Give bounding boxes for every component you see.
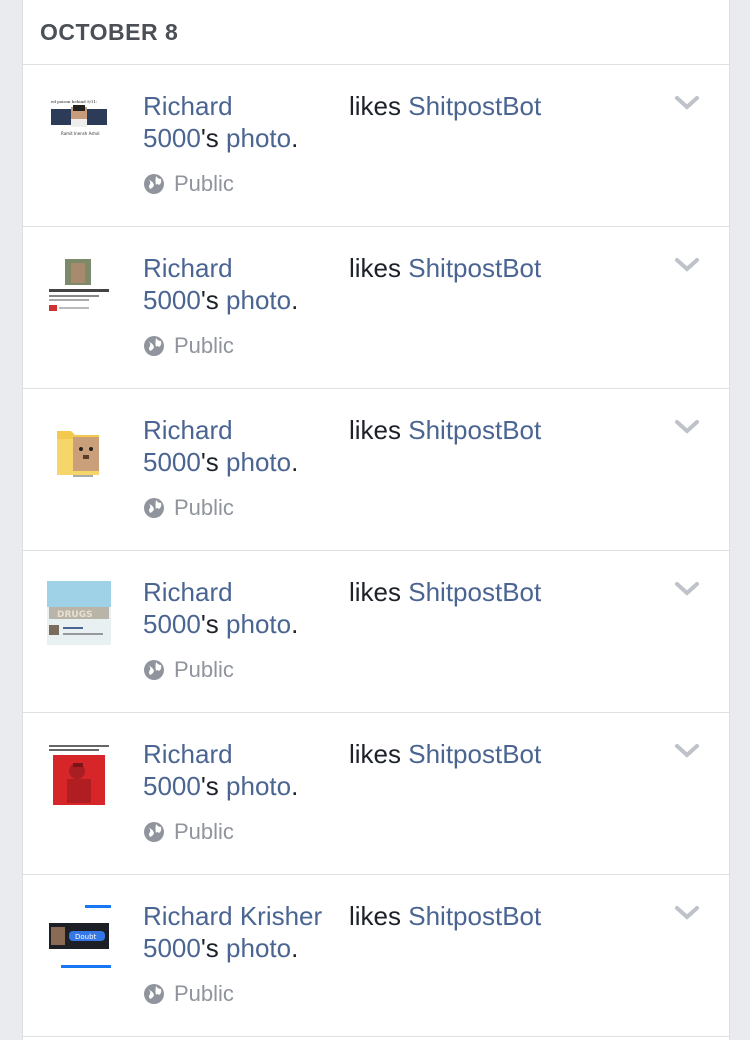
activity-text-cont: 5000's photo. bbox=[143, 771, 298, 802]
activity-verb: likes bbox=[349, 739, 402, 769]
chevron-down-icon[interactable] bbox=[675, 257, 699, 273]
activity-text: Richard likes ShitpostBot bbox=[143, 739, 541, 770]
globe-icon bbox=[144, 984, 164, 1004]
activity-text-cont: 5000's photo. bbox=[143, 447, 298, 478]
privacy-label: Public bbox=[174, 171, 234, 196]
page-link-cont[interactable]: 5000 bbox=[143, 609, 201, 639]
photo-link[interactable]: photo bbox=[226, 771, 291, 801]
possessive: 's bbox=[200, 933, 219, 963]
chevron-down-icon[interactable] bbox=[675, 581, 699, 597]
page-link[interactable]: ShitpostBot bbox=[408, 739, 541, 769]
page-link[interactable]: ShitpostBot bbox=[408, 901, 541, 931]
globe-icon bbox=[144, 498, 164, 518]
globe-icon bbox=[144, 822, 164, 842]
post-thumbnail[interactable] bbox=[47, 257, 111, 321]
privacy-label: Public bbox=[174, 981, 234, 1006]
page-link[interactable]: ShitpostBot bbox=[408, 415, 541, 445]
possessive: 's bbox=[200, 609, 219, 639]
activity-verb: likes bbox=[349, 415, 402, 445]
thumb-caption: Ramit Inensh Ashol bbox=[61, 131, 100, 136]
page-link[interactable]: ShitpostBot bbox=[408, 91, 541, 121]
thumb-badge-text: Doubt bbox=[75, 933, 97, 941]
thumb-sign-text: DRUGS bbox=[57, 610, 93, 620]
actor-link[interactable]: Richard bbox=[143, 577, 349, 608]
photo-link[interactable]: photo bbox=[226, 609, 291, 639]
privacy-meta: Public bbox=[143, 657, 234, 683]
privacy-label: Public bbox=[174, 495, 234, 520]
post-thumbnail[interactable]: Doubt bbox=[47, 905, 111, 969]
activity-item[interactable]: Richard likes ShitpostBot 5000's photo. P… bbox=[23, 389, 729, 551]
privacy-meta: Public bbox=[143, 333, 234, 359]
page-link-cont[interactable]: 5000 bbox=[143, 447, 201, 477]
possessive: 's bbox=[200, 771, 219, 801]
activity-card: OCTOBER 8 ed poison behind 9/11: Ramit I… bbox=[22, 0, 730, 1040]
privacy-label: Public bbox=[174, 657, 234, 682]
chevron-down-icon[interactable] bbox=[675, 95, 699, 111]
activity-text-cont: 5000's photo. bbox=[143, 123, 298, 154]
actor-link[interactable]: Richard bbox=[143, 739, 349, 770]
page-link-cont[interactable]: 5000 bbox=[143, 123, 201, 153]
photo-link[interactable]: photo bbox=[226, 123, 291, 153]
globe-icon bbox=[144, 174, 164, 194]
activity-item[interactable]: DRUGS Richard likes ShitpostBot 5000's ph… bbox=[23, 551, 729, 713]
privacy-meta: Public bbox=[143, 819, 234, 845]
activity-text: Richard likes ShitpostBot bbox=[143, 577, 541, 608]
period: . bbox=[291, 447, 299, 477]
privacy-meta: Public bbox=[143, 981, 234, 1007]
activity-text: Richard likes ShitpostBot bbox=[143, 253, 541, 284]
period: . bbox=[291, 123, 299, 153]
activity-text: Richard likes ShitpostBot bbox=[143, 91, 541, 122]
section-date-header: OCTOBER 8 bbox=[23, 0, 729, 65]
thumb-caption: ed poison behind 9/11: bbox=[51, 99, 97, 104]
post-thumbnail[interactable]: ed poison behind 9/11: Ramit Inensh Asho… bbox=[47, 95, 111, 159]
activity-item[interactable]: Richard likes ShitpostBot 5000's photo. P… bbox=[23, 713, 729, 875]
possessive: 's bbox=[200, 285, 219, 315]
possessive: 's bbox=[200, 447, 219, 477]
globe-icon bbox=[144, 660, 164, 680]
privacy-meta: Public bbox=[143, 171, 234, 197]
chevron-down-icon[interactable] bbox=[675, 905, 699, 921]
post-thumbnail[interactable] bbox=[47, 419, 111, 483]
actor-link[interactable]: Richard bbox=[143, 91, 349, 122]
activity-text-cont: 5000's photo. bbox=[143, 609, 298, 640]
globe-icon bbox=[144, 336, 164, 356]
privacy-label: Public bbox=[174, 333, 234, 358]
activity-text-cont: 5000's photo. bbox=[143, 933, 298, 964]
page-link-cont[interactable]: 5000 bbox=[143, 771, 201, 801]
activity-text: Richard Krisher likes ShitpostBot bbox=[143, 901, 541, 932]
chevron-down-icon[interactable] bbox=[675, 743, 699, 759]
activity-verb: likes bbox=[349, 253, 402, 283]
page-link[interactable]: ShitpostBot bbox=[408, 577, 541, 607]
activity-item[interactable]: ed poison behind 9/11: Ramit Inensh Asho… bbox=[23, 65, 729, 227]
photo-link[interactable]: photo bbox=[226, 447, 291, 477]
actor-link[interactable]: Richard bbox=[143, 253, 349, 284]
activity-verb: likes bbox=[349, 91, 402, 121]
chevron-down-icon[interactable] bbox=[675, 419, 699, 435]
possessive: 's bbox=[200, 123, 219, 153]
actor-link[interactable]: Richard bbox=[143, 415, 349, 446]
activity-item[interactable]: Doubt Richard Krisher likes ShitpostBot 5… bbox=[23, 875, 729, 1037]
activity-verb: likes bbox=[349, 901, 402, 931]
privacy-label: Public bbox=[174, 819, 234, 844]
activity-verb: likes bbox=[349, 577, 402, 607]
actor-link[interactable]: Richard Krisher bbox=[143, 901, 349, 932]
page-link-cont[interactable]: 5000 bbox=[143, 933, 201, 963]
period: . bbox=[291, 285, 299, 315]
activity-item[interactable]: Richard likes ShitpostBot 5000's photo. P… bbox=[23, 227, 729, 389]
period: . bbox=[291, 771, 299, 801]
photo-link[interactable]: photo bbox=[226, 285, 291, 315]
period: . bbox=[291, 933, 299, 963]
post-thumbnail[interactable]: DRUGS bbox=[47, 581, 111, 645]
photo-link[interactable]: photo bbox=[226, 933, 291, 963]
activity-text: Richard likes ShitpostBot bbox=[143, 415, 541, 446]
period: . bbox=[291, 609, 299, 639]
page-link[interactable]: ShitpostBot bbox=[408, 253, 541, 283]
activity-text-cont: 5000's photo. bbox=[143, 285, 298, 316]
post-thumbnail[interactable] bbox=[47, 743, 111, 807]
page-link-cont[interactable]: 5000 bbox=[143, 285, 201, 315]
privacy-meta: Public bbox=[143, 495, 234, 521]
